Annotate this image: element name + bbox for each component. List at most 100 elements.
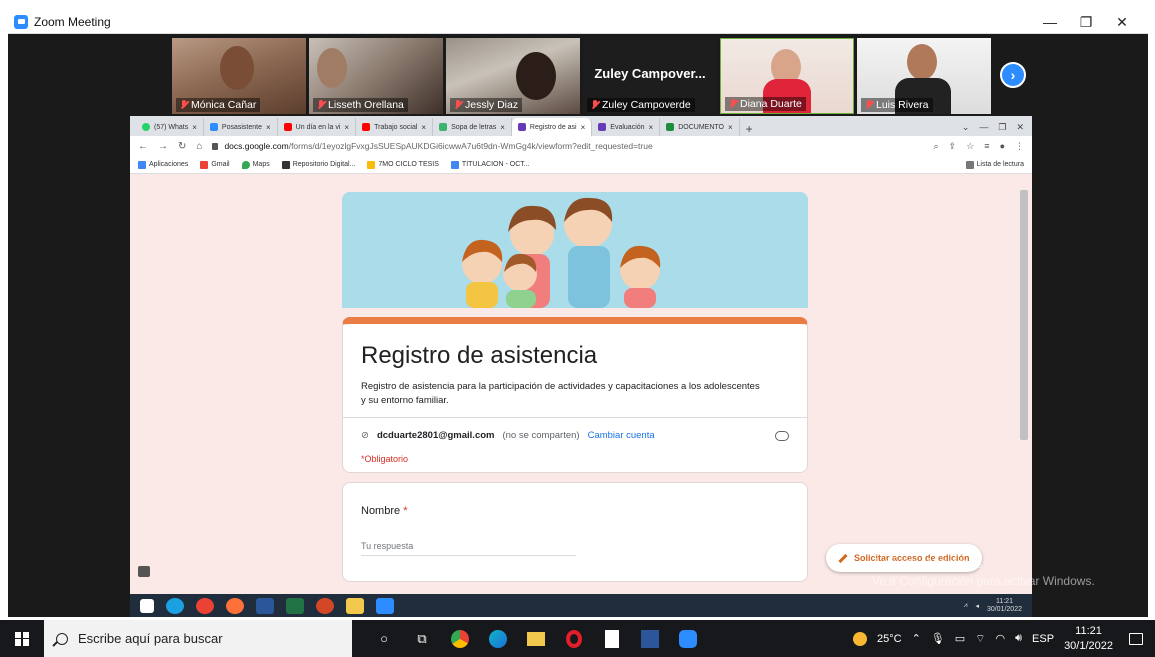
tab-close-icon[interactable]: × xyxy=(192,123,197,132)
microphone-icon[interactable]: 🎙︎ xyxy=(931,632,945,645)
browser-minimize-button[interactable]: — xyxy=(979,122,988,132)
tab-search-icon[interactable]: ⌄ xyxy=(962,122,970,133)
browser-restore-button[interactable]: ❐ xyxy=(998,122,1006,133)
participant-video-tile[interactable]: Luis Rivera xyxy=(857,38,991,114)
notepad-icon[interactable] xyxy=(602,629,622,649)
bookmark-titulacion[interactable]: TITULACION - OCT... xyxy=(450,160,530,169)
internet-explorer-icon[interactable] xyxy=(166,597,184,614)
reading-list-button[interactable]: Lista de lectura xyxy=(965,160,1024,169)
tab-close-icon[interactable]: × xyxy=(266,123,271,132)
new-tab-button[interactable]: + xyxy=(740,122,759,136)
browser-tab[interactable]: Un día en la vi × xyxy=(278,118,357,136)
google-forms-icon xyxy=(598,123,607,131)
bookmark-repositorio[interactable]: Repositorio Digital... xyxy=(281,160,355,169)
wifi-icon[interactable]: ◠ xyxy=(996,632,1006,645)
participant-strip: Mónica Cañar Lisseth Orellana Jessly Dia… xyxy=(172,38,991,114)
cortana-icon[interactable]: ○ xyxy=(374,629,394,649)
tab-close-icon[interactable]: × xyxy=(728,123,733,132)
answer-input[interactable]: Tu respuesta xyxy=(361,541,576,556)
browser-tab-bar: (57) Whats × Posasistente × Un día en la v… xyxy=(130,116,1032,136)
powerpoint-icon[interactable] xyxy=(316,597,334,614)
bookmark-star-icon[interactable]: ☆ xyxy=(966,141,974,152)
tab-close-icon[interactable]: × xyxy=(421,123,426,132)
reload-icon[interactable]: ↻ xyxy=(178,141,186,152)
show-hidden-icons-icon[interactable]: ⌃ xyxy=(912,632,921,645)
battery-icon[interactable]: ▭ xyxy=(955,632,965,645)
close-button[interactable]: ✕ xyxy=(1104,10,1140,34)
next-participants-arrow-icon[interactable]: › xyxy=(1000,62,1026,88)
file-explorer-icon[interactable] xyxy=(346,597,364,614)
home-icon[interactable]: ⌂ xyxy=(196,141,202,152)
browser-tab[interactable]: (57) Whats × xyxy=(136,118,204,136)
participant-video-tile[interactable]: Jessly Diaz xyxy=(446,38,580,114)
zoom-taskbar-icon[interactable] xyxy=(678,629,698,649)
tab-close-icon[interactable]: × xyxy=(581,123,586,132)
participant-video-tile[interactable]: Lisseth Orellana xyxy=(309,38,443,114)
profile-avatar[interactable]: ● xyxy=(1000,141,1005,152)
menu-icon[interactable]: ⋮ xyxy=(1015,141,1024,152)
participant-video-tile[interactable]: Zuley Campover... Zuley Campoverde xyxy=(583,38,717,114)
zoom-lens-icon[interactable]: ⌕ xyxy=(934,141,939,152)
repositorio-icon xyxy=(281,160,290,169)
scrollbar-thumb[interactable] xyxy=(1020,190,1028,440)
word-icon[interactable] xyxy=(640,629,660,649)
windows-taskbar: Escribe aquí para buscar ○ ⧉ 25°C ⌃ 🎙︎ ▭… xyxy=(0,620,1155,657)
start-button[interactable] xyxy=(0,620,44,657)
bookmark-maps[interactable]: Maps xyxy=(241,160,270,169)
site-icon xyxy=(439,123,448,131)
reading-list-icon xyxy=(965,160,974,169)
chrome-icon[interactable] xyxy=(450,629,470,649)
browser-tab[interactable]: Posasistente × xyxy=(204,118,278,136)
lock-icon xyxy=(212,142,219,150)
taskbar-clock[interactable]: 11:21 30/1/2022 xyxy=(1064,624,1113,653)
browser-tab-active[interactable]: Registro de asi × xyxy=(511,118,593,136)
taskbar-search-box[interactable]: Escribe aquí para buscar xyxy=(44,620,352,657)
share-icon[interactable]: ⇪ xyxy=(949,141,957,152)
weather-sun-icon[interactable] xyxy=(852,631,867,646)
weather-temperature[interactable]: 25°C xyxy=(877,633,902,645)
volume-icon[interactable]: 🔊︎ xyxy=(1015,632,1022,645)
browser-tab[interactable]: Sopa de letras × xyxy=(433,118,512,136)
browser-tab[interactable]: Evaluación × xyxy=(592,118,661,136)
minimize-button[interactable]: — xyxy=(1032,10,1068,34)
maximize-button[interactable]: ❐ xyxy=(1068,10,1104,34)
bookmark-apps[interactable]: Aplicaciones xyxy=(138,160,188,169)
opera-icon[interactable] xyxy=(564,629,584,649)
change-account-link[interactable]: Cambiar cuenta xyxy=(588,430,655,441)
excel-icon[interactable] xyxy=(286,597,304,614)
task-view-icon[interactable]: ⧉ xyxy=(412,629,432,649)
forward-icon[interactable]: → xyxy=(158,141,168,152)
back-icon[interactable]: ← xyxy=(138,141,148,152)
url-input[interactable]: docs.google.com/forms/d/1eyozlgFvxgJsSUE… xyxy=(212,141,923,151)
windows-start-icon[interactable] xyxy=(140,598,154,613)
bookmark-tesis[interactable]: 7MO CICLO TESIS xyxy=(367,160,439,169)
zoom-app-icon xyxy=(14,14,28,29)
word-icon[interactable] xyxy=(256,597,274,614)
reading-list-icon[interactable]: ≡ xyxy=(984,141,989,152)
feedback-icon[interactable] xyxy=(138,566,150,577)
language-indicator[interactable]: ESP xyxy=(1032,633,1054,645)
browser-close-button[interactable]: ✕ xyxy=(1016,122,1024,133)
bookmark-gmail[interactable]: Gmail xyxy=(200,160,230,169)
firefox-icon[interactable] xyxy=(226,597,244,614)
tab-close-icon[interactable]: × xyxy=(649,123,654,132)
tab-close-icon[interactable]: × xyxy=(500,123,505,132)
zoom-title-bar: Zoom Meeting — ❐ ✕ xyxy=(8,10,1148,34)
edge-icon[interactable] xyxy=(488,629,508,649)
zoom-taskbar-icon[interactable] xyxy=(376,597,394,614)
tab-close-icon[interactable]: × xyxy=(344,123,349,132)
participant-video-tile[interactable]: Diana Duarte xyxy=(720,38,854,114)
browser-tab[interactable]: Trabajo social × xyxy=(356,118,434,136)
question-label: Nombre * xyxy=(361,505,408,517)
page-scrollbar[interactable] xyxy=(1020,180,1028,590)
volume-icon[interactable]: ◂ xyxy=(975,602,979,610)
browser-tab[interactable]: DOCUMENTO × xyxy=(660,118,740,136)
network-icon[interactable]: ⩘ xyxy=(963,602,967,610)
file-explorer-icon[interactable] xyxy=(526,629,546,649)
participant-video-tile[interactable]: Mónica Cañar xyxy=(172,38,306,114)
chrome-icon[interactable] xyxy=(196,597,214,614)
google-form-page: Registro de asistencia Registro de asist… xyxy=(130,174,1032,594)
required-asterisk: * xyxy=(403,505,408,517)
network-icon[interactable]: ⌔ xyxy=(975,632,985,646)
notification-center-icon[interactable] xyxy=(1129,632,1143,645)
